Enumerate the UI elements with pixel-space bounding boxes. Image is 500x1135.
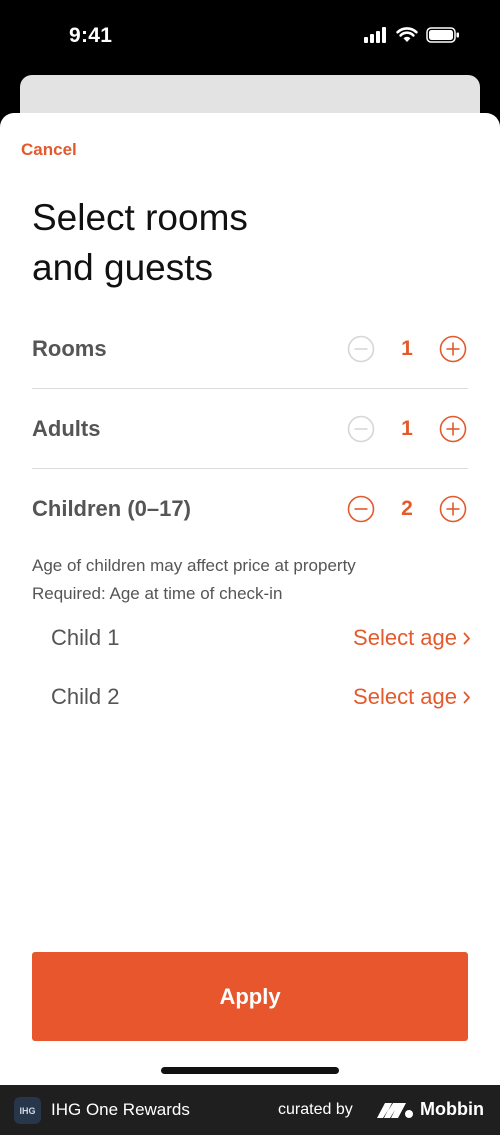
battery-icon — [426, 27, 459, 43]
cancel-button[interactable]: Cancel — [21, 140, 77, 160]
apply-button[interactable]: Apply — [32, 952, 468, 1041]
status-time: 9:41 — [69, 24, 113, 47]
title-line-2: and guests — [32, 247, 214, 288]
adults-label: Adults — [32, 416, 101, 441]
curated-by-label: curated by — [278, 1101, 353, 1118]
children-row: Children (0–17) 2 — [32, 469, 468, 549]
child-2-select-age-button[interactable]: Select age — [353, 684, 471, 710]
rooms-decrement-button[interactable] — [346, 334, 376, 364]
select-age-label: Select age — [353, 625, 457, 650]
home-indicator — [161, 1067, 339, 1074]
plus-circle-icon — [439, 415, 467, 443]
status-bar: 9:41 — [0, 0, 500, 75]
wifi-icon — [396, 27, 418, 42]
rooms-count: 1 — [401, 337, 413, 360]
children-decrement-button[interactable] — [346, 494, 376, 524]
children-price-note: Age of children may affect price at prop… — [32, 556, 356, 575]
children-label: Children (0–17) — [32, 496, 191, 521]
plus-circle-icon — [439, 335, 467, 363]
child-age-row: Child 2 Select age — [51, 676, 471, 716]
plus-circle-icon — [439, 495, 467, 523]
app-name: IHG One Rewards — [51, 1100, 190, 1119]
rooms-label: Rooms — [32, 336, 107, 361]
minus-circle-icon — [347, 495, 375, 523]
child-label: Child 2 — [51, 684, 120, 709]
children-age-requirement: Required: Age at time of check-in — [32, 584, 283, 603]
signal-icon — [364, 27, 386, 43]
children-count: 2 — [401, 497, 413, 520]
rooms-stepper: 1 — [346, 333, 468, 365]
rooms-row: Rooms 1 — [32, 309, 468, 389]
minus-circle-icon — [347, 335, 375, 363]
title-line-1: Select rooms — [32, 197, 248, 238]
app-logo: IHG — [14, 1097, 41, 1124]
minus-circle-icon — [347, 415, 375, 443]
adults-count: 1 — [401, 417, 413, 440]
chevron-right-icon — [463, 691, 470, 703]
select-age-label: Select age — [353, 684, 457, 709]
status-icons — [364, 27, 460, 43]
rooms-increment-button[interactable] — [438, 334, 468, 364]
adults-row: Adults 1 — [32, 389, 468, 469]
page-title: Select rooms and guests — [32, 193, 248, 293]
mobbin-logo-icon — [377, 1103, 413, 1118]
rooms-guests-sheet: Cancel Select rooms and guests Rooms 1 A… — [0, 113, 500, 1085]
adults-increment-button[interactable] — [438, 414, 468, 444]
adults-stepper: 1 — [346, 413, 468, 445]
adults-decrement-button[interactable] — [346, 414, 376, 444]
footer-bar: IHG IHG One Rewards curated by Mobbin — [0, 1085, 500, 1135]
chevron-right-icon — [463, 632, 470, 644]
child-label: Child 1 — [51, 625, 120, 650]
brand-name: Mobbin — [420, 1099, 484, 1119]
child-1-select-age-button[interactable]: Select age — [353, 625, 471, 651]
child-age-row: Child 1 Select age — [51, 617, 471, 657]
children-stepper: 2 — [346, 493, 468, 525]
children-increment-button[interactable] — [438, 494, 468, 524]
